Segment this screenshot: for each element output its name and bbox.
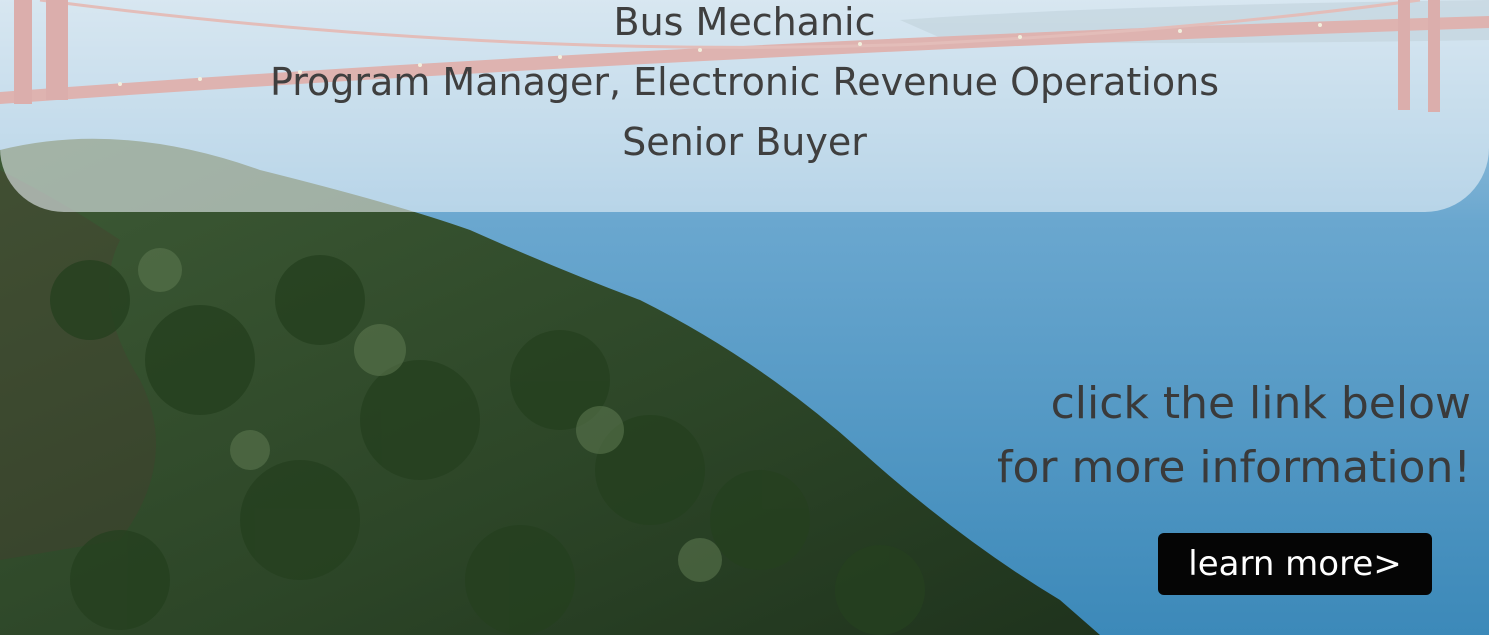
- job-title-bus-mechanic: Bus Mechanic: [613, 0, 876, 44]
- job-listings-panel: Bus Mechanic Program Manager, Electronic…: [0, 0, 1489, 212]
- learn-more-button[interactable]: learn more>: [1158, 533, 1432, 595]
- job-title-program-manager: Program Manager, Electronic Revenue Oper…: [270, 60, 1219, 104]
- cta-line-2: for more information!: [996, 442, 1471, 493]
- job-title-senior-buyer: Senior Buyer: [622, 120, 867, 164]
- hero-banner: Bus Mechanic Program Manager, Electronic…: [0, 0, 1489, 635]
- cta-line-1: click the link below: [1050, 378, 1471, 429]
- call-to-action-text: click the link below for more informatio…: [997, 372, 1471, 500]
